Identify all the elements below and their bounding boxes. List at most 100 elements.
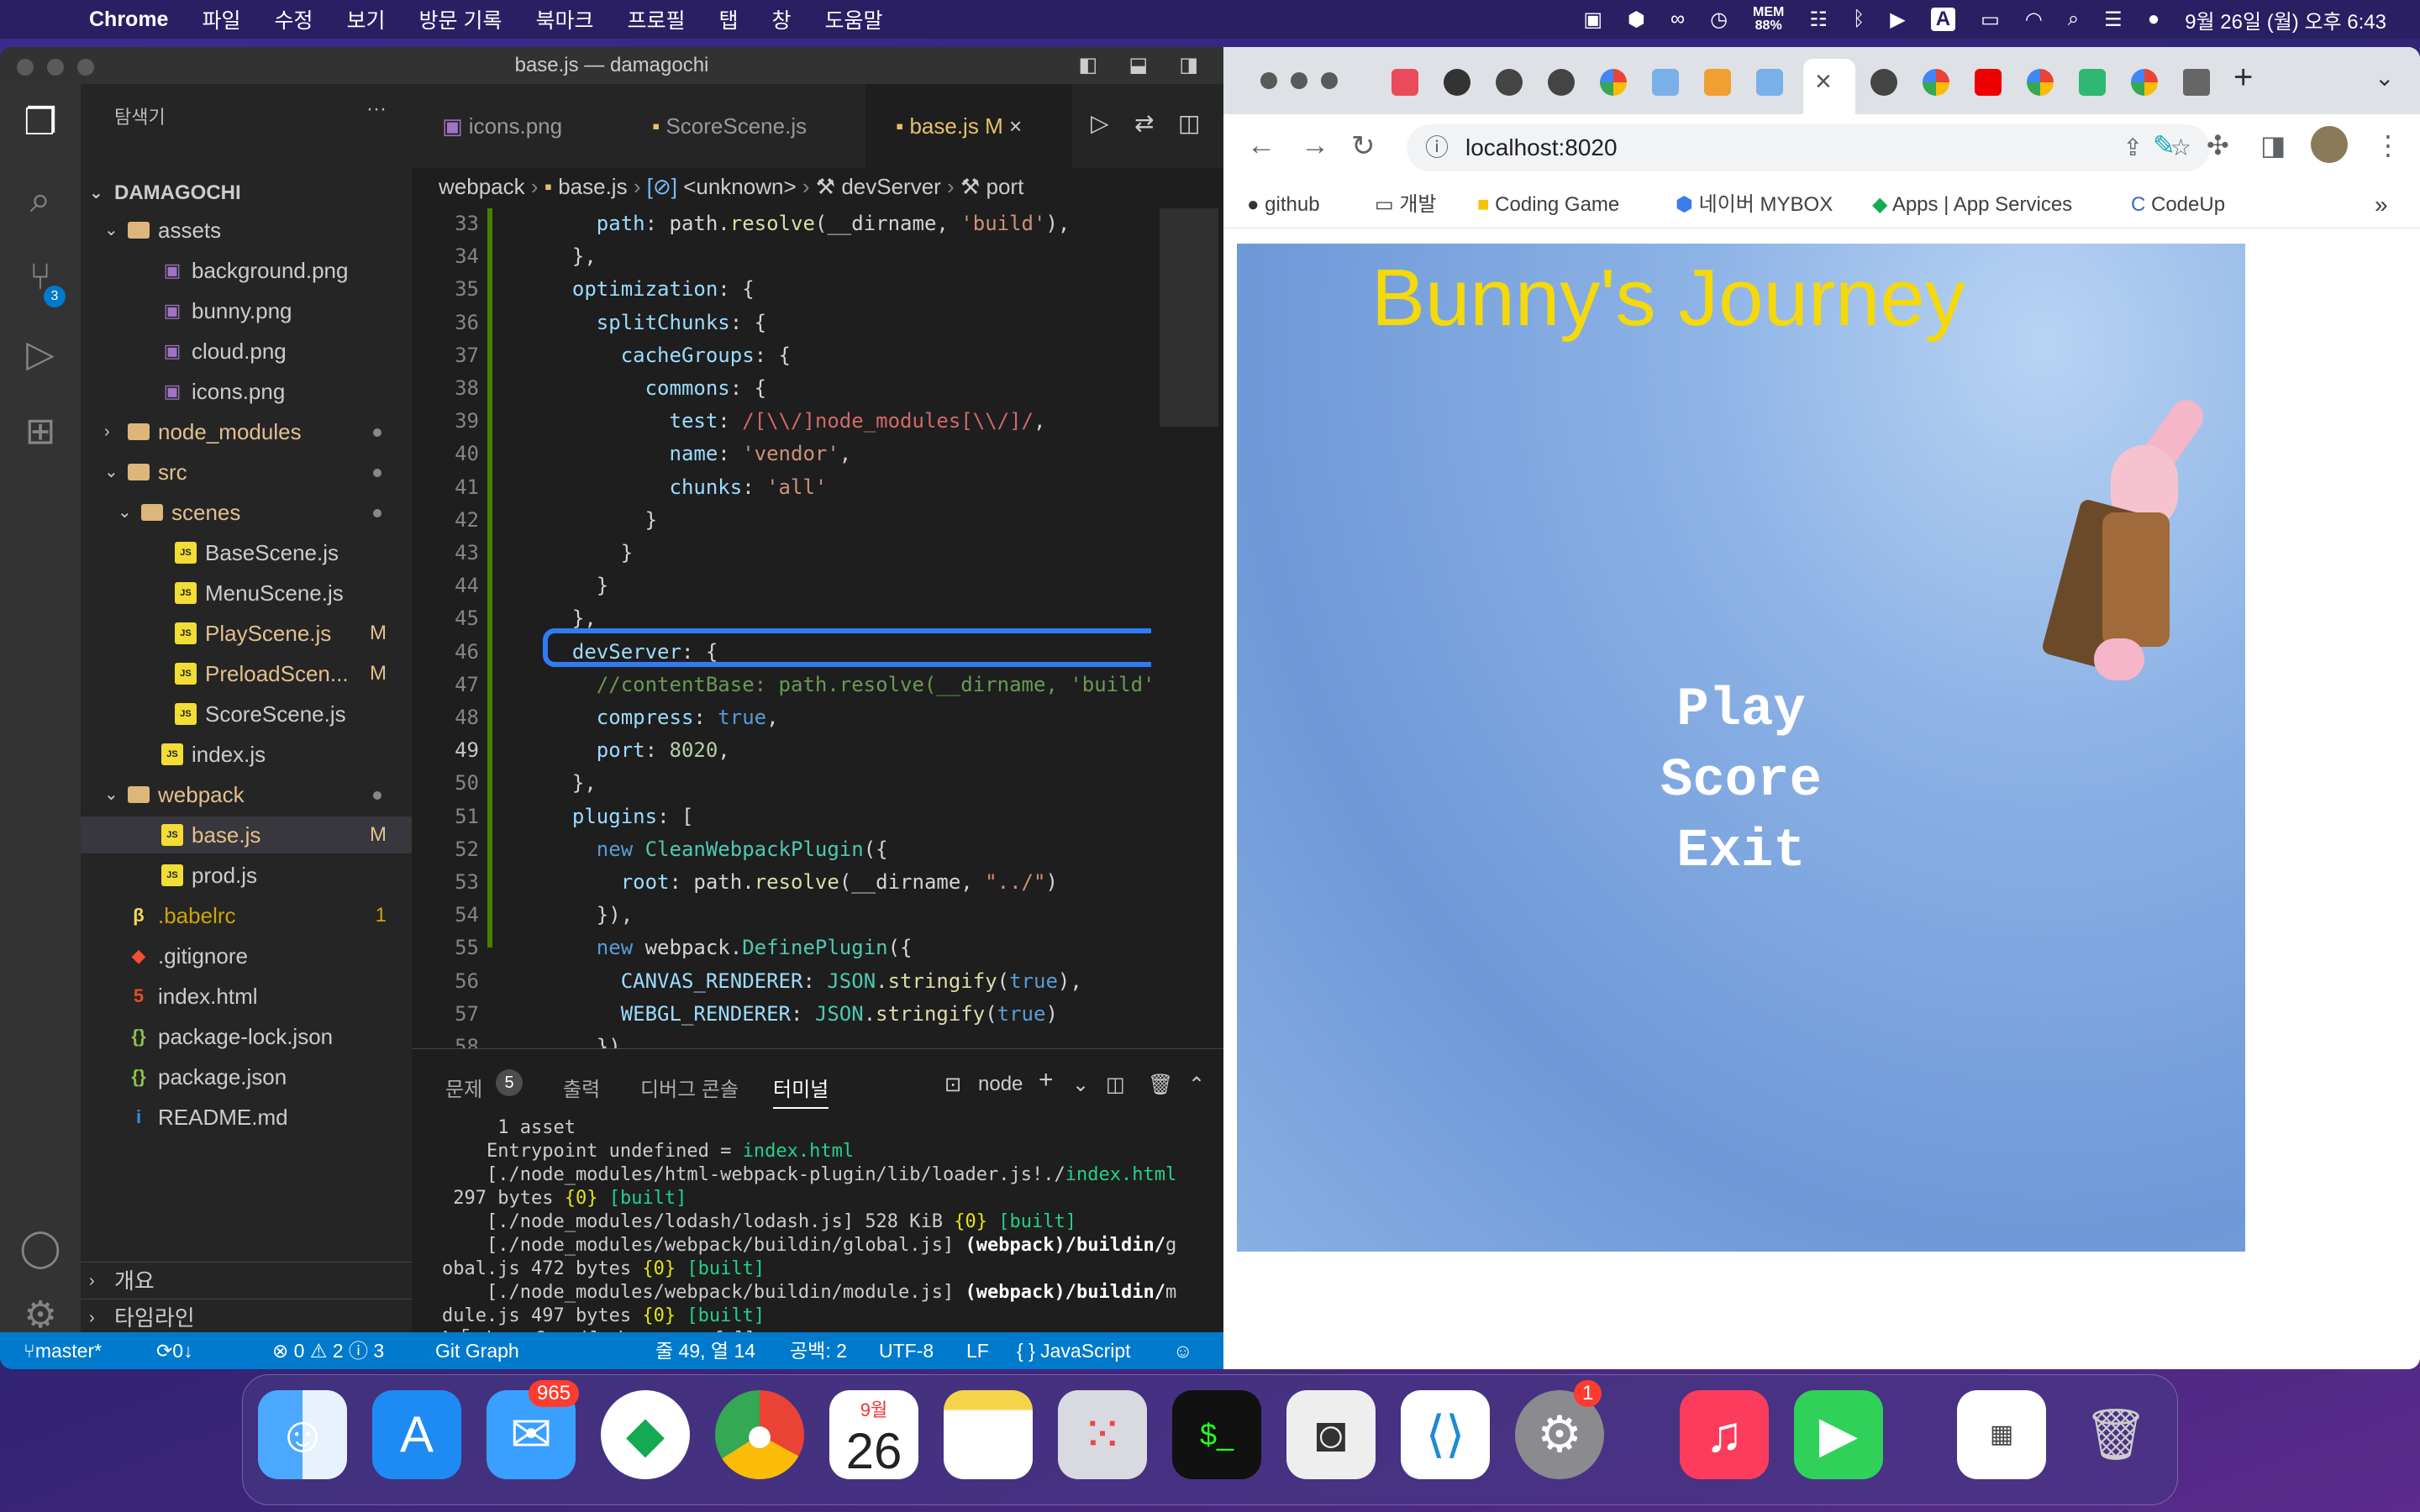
zoom-window-button[interactable] — [77, 59, 94, 76]
split-editor-icon[interactable]: ◫ — [1178, 109, 1200, 137]
minimize-window-button[interactable] — [1291, 72, 1307, 89]
bookmark-folder-dev[interactable]: ▭ 개발 — [1375, 181, 1437, 228]
cursor-position[interactable]: 줄 49, 열 14 — [655, 1332, 755, 1369]
toggle-secondary-sidebar-icon[interactable]: ◨ — [1179, 47, 1198, 84]
tree-item[interactable]: β .babelrc 1 — [81, 897, 412, 934]
tab-scorescene-js[interactable]: ▪ ScoreScene.js — [622, 84, 865, 168]
battery-icon[interactable]: ▭ — [1981, 8, 2000, 32]
tab-grid-icon[interactable] — [2183, 69, 2210, 96]
extensions-puzzle-icon[interactable]: ✣ — [2207, 129, 2229, 161]
new-tab-button[interactable]: + — [2233, 59, 2253, 97]
input-source-icon[interactable]: A — [1930, 8, 1956, 31]
sync-status[interactable]: ⟳ 0↓ 1↑ — [156, 1332, 193, 1369]
indentation-status[interactable]: 공백: 2 — [790, 1332, 847, 1369]
chrome-menu-icon[interactable]: ⋮ — [2375, 129, 2402, 161]
tree-item[interactable]: ▣ icons.png — [81, 373, 412, 410]
wifi-icon[interactable]: ◠ — [2025, 8, 2043, 32]
finder-icon[interactable]: ☺ — [258, 1390, 347, 1479]
eol-status[interactable]: LF — [966, 1332, 989, 1369]
bookmarks-overflow[interactable]: » — [2375, 181, 2388, 228]
outline-section[interactable]: › 개요 — [81, 1262, 412, 1299]
branch-status[interactable]: ⑂ master* — [24, 1332, 102, 1369]
tree-item[interactable]: JS ScoreScene.js — [81, 696, 412, 732]
breadcrumb-property[interactable]: port — [986, 174, 1023, 199]
search-icon[interactable]: ⌕ — [18, 178, 62, 222]
split-terminal-icon[interactable]: ◫ — [1106, 1073, 1125, 1097]
bluetooth-icon[interactable]: ᛒ — [1853, 8, 1865, 31]
vscode-icon[interactable]: ⟨⟩ — [1401, 1390, 1490, 1479]
project-root[interactable]: ⌄ DAMAGOCHI — [81, 175, 412, 212]
back-icon[interactable]: ← — [1247, 129, 1276, 162]
tab-google-icon[interactable] — [1923, 69, 1949, 96]
tab-search-icon[interactable]: ⌄ — [2375, 64, 2394, 92]
siri-icon[interactable]: ● — [2148, 8, 2160, 31]
tree-item[interactable]: i README.md — [81, 1099, 412, 1136]
menubar-item-file[interactable]: 파일 — [202, 4, 240, 34]
control-center-icon[interactable]: ☰ — [2104, 8, 2123, 32]
tree-item[interactable]: ▣ bunny.png — [81, 292, 412, 329]
tab-globe-icon[interactable] — [1548, 69, 1575, 96]
tree-item[interactable]: JS BaseScene.js — [81, 534, 412, 571]
breadcrumb-folder[interactable]: webpack — [439, 174, 525, 199]
tree-item[interactable]: ⌄ webpack — [81, 776, 412, 813]
tab-icons-png[interactable]: ▣ icons.png — [412, 84, 622, 168]
menu-play[interactable]: Play — [1237, 680, 2245, 741]
menu-score[interactable]: Score — [1237, 751, 2245, 811]
git-graph-button[interactable]: Git Graph — [435, 1332, 519, 1369]
code-editor[interactable]: 33 path: path.resolve(__dirname, 'build'… — [412, 208, 1151, 1048]
mongodb-compass-icon[interactable]: ◆ — [601, 1390, 690, 1479]
tab-google-icon[interactable] — [2131, 69, 2158, 96]
breadcrumb-property[interactable]: devServer — [841, 174, 941, 199]
terminal-icon[interactable]: $_ — [1172, 1390, 1261, 1479]
info-icon[interactable]: ⓘ — [1425, 124, 1449, 171]
problems-status[interactable]: ⊗ 0 ⚠ 2 ⓘ 3 — [272, 1332, 384, 1369]
terminal-name[interactable]: node — [978, 1073, 1023, 1096]
app-store-icon[interactable]: A — [372, 1390, 461, 1479]
tab-game-icon[interactable] — [1756, 69, 1783, 96]
trash-icon[interactable]: 🗑 — [2071, 1390, 2160, 1479]
zoom-window-button[interactable] — [1321, 72, 1338, 89]
document-stack-icon[interactable]: ▦ — [1957, 1390, 2046, 1479]
launchpad-icon[interactable]: ⁙ — [1058, 1390, 1147, 1479]
tree-item[interactable]: {} package-lock.json — [81, 1018, 412, 1055]
tree-item[interactable]: 5 index.html — [81, 978, 412, 1015]
tab-google-icon[interactable] — [1600, 69, 1627, 96]
tab-n-icon[interactable] — [1975, 69, 2002, 96]
trash-icon[interactable]: 🗑 — [1148, 1073, 1173, 1097]
bookmark-github[interactable]: ● github — [1247, 181, 1320, 228]
profile-avatar[interactable] — [2311, 126, 2348, 163]
minimap-slider[interactable] — [1160, 208, 1218, 427]
menubar-item-edit[interactable]: 수정 — [274, 4, 313, 34]
tab-store-icon[interactable] — [1392, 69, 1418, 96]
tab-globe-icon[interactable] — [1870, 69, 1897, 96]
tab-output[interactable]: 출력 — [563, 1073, 600, 1102]
menubar-app-name[interactable]: Chrome — [89, 8, 168, 32]
timeline-section[interactable]: › 타임라인 — [81, 1299, 412, 1336]
feedback-icon[interactable]: ☺ — [1173, 1332, 1192, 1369]
minimap[interactable] — [1151, 208, 1223, 1048]
tree-item[interactable]: JS PreloadScen... M — [81, 655, 412, 692]
compare-icon[interactable]: ⇄ — [1134, 109, 1154, 137]
close-tab-icon[interactable]: × — [1009, 113, 1022, 139]
tab-base-js[interactable]: ▪ base.js M × — [865, 84, 1072, 168]
run-icon[interactable]: ▷ — [1091, 109, 1109, 137]
facetime-icon[interactable]: ▶ — [1794, 1390, 1883, 1479]
extensions-icon[interactable]: ⊞ — [18, 410, 62, 454]
settings-gear-icon[interactable]: ⚙ — [18, 1294, 62, 1337]
forward-icon[interactable]: → — [1301, 129, 1329, 162]
glasses-icon[interactable]: ∞ — [1670, 8, 1685, 31]
account-icon[interactable]: ◯ — [18, 1226, 62, 1270]
close-window-button[interactable] — [17, 59, 34, 76]
tab-debug-console[interactable]: 디버그 콘솔 — [640, 1073, 739, 1102]
calendar-icon[interactable]: 9월 26 — [829, 1390, 918, 1479]
vpn-icon[interactable]: ⬢ — [1628, 8, 1645, 32]
tree-item[interactable]: ▣ background.png — [81, 252, 412, 289]
play-icon[interactable]: ▶ — [1890, 8, 1905, 32]
minimize-window-button[interactable] — [47, 59, 64, 76]
tree-item[interactable]: › node_modules — [81, 413, 412, 450]
timer-icon[interactable]: ◷ — [1710, 8, 1728, 32]
music-icon[interactable]: ♫ — [1680, 1390, 1769, 1479]
menubar-item-help[interactable]: 도움말 — [825, 4, 883, 34]
notes-icon[interactable] — [944, 1390, 1033, 1479]
game-canvas[interactable]: Bunny's Journey Play Score Exit — [1237, 244, 2245, 1252]
